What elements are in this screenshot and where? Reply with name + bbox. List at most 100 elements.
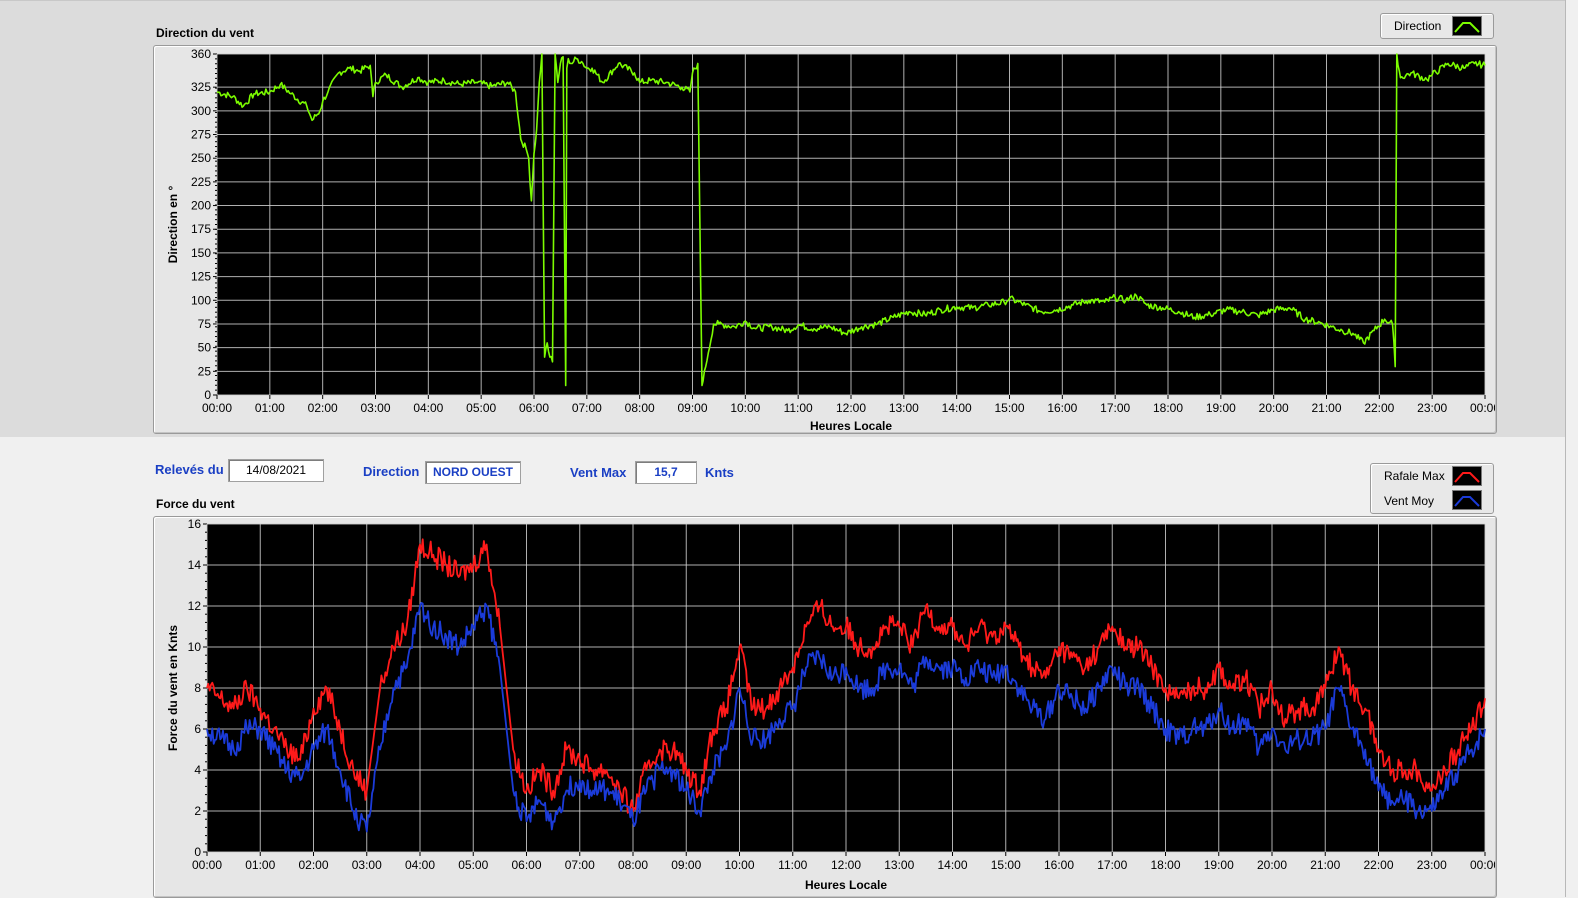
y-tick-label: 0 bbox=[204, 388, 211, 402]
direction-chart-title: Direction du vent bbox=[156, 26, 255, 40]
x-tick-label: 04:00 bbox=[413, 401, 443, 415]
x-tick-label: 12:00 bbox=[831, 858, 861, 872]
date-label: Relevés du bbox=[155, 462, 224, 477]
y-tick-label: 325 bbox=[191, 80, 211, 94]
x-tick-label: 22:00 bbox=[1364, 401, 1394, 415]
legend-item-rafale-max[interactable]: Rafale Max bbox=[1371, 464, 1493, 488]
x-tick-label: 12:00 bbox=[836, 401, 866, 415]
vent-max-unit: Knts bbox=[705, 465, 734, 480]
x-tick-label: 20:00 bbox=[1259, 401, 1289, 415]
y-tick-label: 100 bbox=[191, 293, 211, 307]
y-tick-label: 12 bbox=[188, 599, 202, 613]
x-tick-label: 03:00 bbox=[360, 401, 390, 415]
x-tick-label: 18:00 bbox=[1150, 858, 1180, 872]
x-tick-label: 00:00 bbox=[202, 401, 232, 415]
x-tick-label: 06:00 bbox=[519, 401, 549, 415]
x-tick-label: 02:00 bbox=[298, 858, 328, 872]
y-tick-label: 50 bbox=[198, 341, 212, 355]
y-tick-label: 250 bbox=[191, 151, 211, 165]
y-axis-title: Direction en ° bbox=[166, 186, 180, 264]
force-chart-panel: 0 2 4 6 8 10 12 14 16 00:00 01:00 02:00 03:00 04:00 05… bbox=[153, 516, 1497, 898]
y-tick-label: 300 bbox=[191, 104, 211, 118]
x-tick-label: 05:00 bbox=[458, 858, 488, 872]
y-tick-label: 14 bbox=[188, 558, 202, 572]
legend-item-vent-moy[interactable]: Vent Moy bbox=[1371, 488, 1493, 512]
x-tick-label: 14:00 bbox=[937, 858, 967, 872]
direction-legend[interactable]: Direction bbox=[1380, 13, 1494, 39]
x-tick-label: 00:00 bbox=[192, 858, 222, 872]
y-tick-label: 175 bbox=[191, 222, 211, 236]
y-tick-label: 4 bbox=[194, 763, 201, 777]
y-tick-label: 75 bbox=[198, 317, 212, 331]
x-tick-label: 22:00 bbox=[1363, 858, 1393, 872]
x-tick-label: 07:00 bbox=[565, 858, 595, 872]
y-tick-label: 6 bbox=[194, 722, 201, 736]
vent-max-field[interactable]: 15,7 bbox=[635, 461, 697, 484]
x-tick-label: 14:00 bbox=[942, 401, 972, 415]
x-tick-label: 05:00 bbox=[466, 401, 496, 415]
x-tick-label: 11:00 bbox=[784, 401, 813, 415]
x-tick-label: 04:00 bbox=[405, 858, 435, 872]
vent-max-label: Vent Max bbox=[570, 465, 627, 480]
legend-item-direction[interactable]: Direction bbox=[1381, 14, 1493, 38]
x-tick-label: 17:00 bbox=[1100, 401, 1130, 415]
mean-line-icon bbox=[1452, 490, 1482, 510]
x-tick-label: 06:00 bbox=[511, 858, 541, 872]
x-tick-label: 00:00 bbox=[1470, 858, 1495, 872]
x-tick-label: 09:00 bbox=[671, 858, 701, 872]
y-tick-label: 150 bbox=[191, 246, 211, 260]
x-tick-label: 19:00 bbox=[1204, 858, 1234, 872]
x-tick-label: 11:00 bbox=[778, 858, 807, 872]
y-tick-label: 360 bbox=[191, 47, 211, 61]
x-tick-label: 23:00 bbox=[1417, 858, 1447, 872]
x-tick-label: 03:00 bbox=[352, 858, 382, 872]
direction-line-icon bbox=[1452, 16, 1482, 36]
force-legend[interactable]: Rafale Max Vent Moy bbox=[1370, 463, 1494, 514]
gust-line-icon bbox=[1452, 466, 1482, 486]
x-tick-label: 09:00 bbox=[677, 401, 707, 415]
y-tick-label: 10 bbox=[188, 640, 202, 654]
y-tick-label: 125 bbox=[191, 270, 211, 284]
x-tick-label: 10:00 bbox=[724, 858, 754, 872]
x-tick-label: 23:00 bbox=[1417, 401, 1447, 415]
x-tick-label: 07:00 bbox=[572, 401, 602, 415]
x-tick-label: 13:00 bbox=[884, 858, 914, 872]
y-tick-label: 200 bbox=[191, 199, 211, 213]
window-right-edge bbox=[1565, 0, 1578, 897]
x-tick-label: 13:00 bbox=[889, 401, 919, 415]
x-tick-label: 01:00 bbox=[245, 858, 275, 872]
direction-field[interactable]: NORD OUEST bbox=[425, 461, 521, 484]
direction-chart-panel: 0 25 50 75 100 125 150 175 200 225 250 275 300 325 360… bbox=[153, 45, 1497, 434]
y-tick-label: 2 bbox=[194, 804, 201, 818]
x-axis-title: Heures Locale bbox=[810, 419, 892, 432]
y-tick-label: 275 bbox=[191, 128, 211, 142]
y-tick-label: 225 bbox=[191, 175, 211, 189]
x-tick-label: 00:00 bbox=[1470, 401, 1495, 415]
x-tick-label: 01:00 bbox=[255, 401, 285, 415]
y-axis-title: Force du vent en Knts bbox=[166, 625, 180, 751]
x-tick-label: 08:00 bbox=[625, 401, 655, 415]
x-tick-label: 20:00 bbox=[1257, 858, 1287, 872]
direction-label: Direction bbox=[363, 464, 420, 479]
x-tick-label: 21:00 bbox=[1310, 858, 1340, 872]
x-tick-label: 17:00 bbox=[1097, 858, 1127, 872]
x-tick-label: 15:00 bbox=[991, 858, 1021, 872]
legend-label-rafale-max: Rafale Max bbox=[1384, 469, 1445, 483]
y-tick-label: 0 bbox=[194, 845, 201, 859]
x-tick-label: 18:00 bbox=[1153, 401, 1183, 415]
legend-label-vent-moy: Vent Moy bbox=[1384, 494, 1435, 508]
y-tick-label: 8 bbox=[194, 681, 201, 695]
legend-label-direction: Direction bbox=[1394, 19, 1442, 33]
x-tick-label: 15:00 bbox=[994, 401, 1024, 415]
x-tick-label: 08:00 bbox=[618, 858, 648, 872]
x-tick-label: 16:00 bbox=[1044, 858, 1074, 872]
force-chart-title: Force du vent bbox=[156, 497, 235, 511]
x-tick-label: 02:00 bbox=[308, 401, 338, 415]
x-tick-label: 16:00 bbox=[1047, 401, 1077, 415]
date-field[interactable]: 14/08/2021 bbox=[228, 459, 324, 482]
x-tick-label: 21:00 bbox=[1311, 401, 1341, 415]
x-axis-title: Heures Locale bbox=[805, 878, 887, 892]
y-tick-label: 25 bbox=[198, 364, 212, 378]
x-tick-label: 19:00 bbox=[1206, 401, 1236, 415]
direction-chart: 0 25 50 75 100 125 150 175 200 225 250 275 300 325 360… bbox=[166, 47, 1495, 432]
